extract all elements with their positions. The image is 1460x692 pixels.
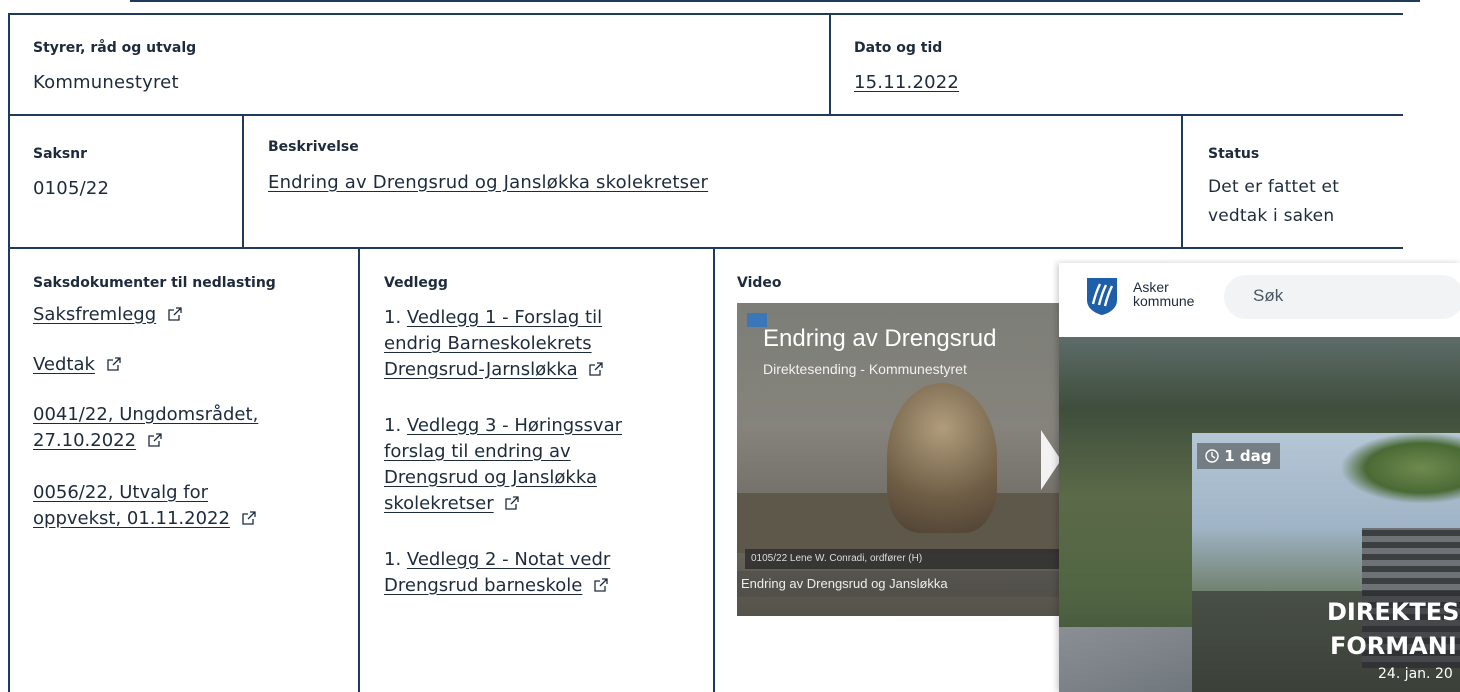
video-title: Endring av Drengsrud	[763, 325, 997, 352]
search-placeholder: Søk	[1253, 286, 1284, 305]
row3-divider-b	[713, 247, 715, 692]
external-link-icon	[168, 307, 182, 321]
document-link-line-1[interactable]: 0041/22, Ungdomsrådet,	[33, 404, 258, 425]
asker-brand[interactable]: Asker kommune	[1133, 280, 1194, 308]
document-vedtak[interactable]: Vedtak	[33, 352, 121, 378]
attachment-link-line-1[interactable]: Vedlegg 3 - Høringssvar	[407, 415, 622, 436]
row1-top-border	[8, 13, 1403, 15]
play-icon[interactable]	[1041, 430, 1061, 490]
asker-header: Asker kommune Søk	[1059, 263, 1460, 337]
description-link[interactable]: Endring av Drengsrud og Jansløkka skolek…	[268, 172, 708, 193]
card-photo-tree	[1342, 433, 1460, 503]
document-link[interactable]: Saksfremlegg	[33, 304, 156, 325]
badge-text: 1 dag	[1224, 447, 1272, 465]
video-scene-person	[887, 383, 997, 533]
attachment-item-3[interactable]: 1. Vedlegg 2 - Notat vedr Drengsrud barn…	[384, 547, 684, 599]
board-label: Styrer, råd og utvalg	[33, 40, 197, 56]
attachment-link-line-2[interactable]: endrig Barneskolekrets	[384, 333, 592, 354]
attachment-prefix: 1.	[384, 415, 402, 436]
external-link-icon	[148, 433, 162, 447]
document-link-line-2[interactable]: oppvekst, 01.11.2022	[33, 508, 230, 529]
status-label: Status	[1208, 146, 1260, 162]
card-headline-line-2: FORMANI	[1330, 632, 1457, 660]
card-date: 24. jan. 20	[1378, 666, 1453, 682]
date-link[interactable]: 15.11.2022	[854, 72, 959, 93]
row2-bottom-border	[8, 247, 1403, 249]
attachment-link-line-3[interactable]: Drengsrud-Jarnsløkka	[384, 359, 578, 380]
external-link-icon	[594, 578, 608, 592]
video-subtitle: Direktesending - Kommunestyret	[763, 361, 967, 377]
description-label: Beskrivelse	[268, 139, 359, 155]
asker-logo-icon[interactable]	[1085, 276, 1119, 316]
attachment-link-line-1[interactable]: Vedlegg 1 - Forslag til	[407, 307, 602, 328]
documents-label: Saksdokumenter til nedlasting	[33, 275, 276, 291]
row2-divider-b	[1181, 114, 1183, 248]
brand-line-2: kommune	[1133, 293, 1195, 309]
document-ungdomsradet[interactable]: 0041/22, Ungdomsrådet, 27.10.2022	[33, 402, 258, 454]
attachment-link-line-3[interactable]: Drengsrud og Jansløkka	[384, 467, 597, 488]
external-link-icon	[242, 511, 256, 525]
document-utvalg-oppvekst[interactable]: 0056/22, Utvalg for oppvekst, 01.11.2022	[33, 480, 256, 532]
case-number-value: 0105/22	[33, 178, 110, 199]
asker-preview-panel[interactable]: Asker kommune Søk 1 dag DIREKTESI FORMAN…	[1059, 263, 1460, 692]
external-link-icon	[107, 357, 121, 371]
document-link-line-2[interactable]: 27.10.2022	[33, 430, 136, 451]
case-number-label: Saksnr	[33, 146, 88, 162]
video-label: Video	[737, 275, 782, 291]
row1-bottom-border	[8, 114, 1403, 116]
row3-divider-a	[358, 247, 360, 692]
time-badge: 1 dag	[1197, 443, 1280, 469]
attachment-prefix: 1.	[384, 307, 402, 328]
row2-divider-a	[242, 114, 244, 248]
top-border	[130, 0, 1420, 2]
document-link-line-1[interactable]: 0056/22, Utvalg for	[33, 482, 208, 503]
card-headline-line-1: DIREKTESI	[1327, 598, 1460, 626]
news-card[interactable]: 1 dag DIREKTESI FORMANI 24. jan. 20	[1192, 433, 1460, 692]
attachment-prefix: 1.	[384, 549, 402, 570]
attachment-link-line-4[interactable]: skolekretser	[384, 493, 494, 514]
attachment-item-2[interactable]: 1. Vedlegg 3 - Høringssvar forslag til e…	[384, 413, 684, 517]
clock-icon	[1205, 449, 1219, 463]
document-saksfremlegg[interactable]: Saksfremlegg	[33, 302, 182, 328]
external-link-icon	[505, 496, 520, 510]
aerial-road	[1059, 627, 1199, 692]
attachment-item-1[interactable]: 1. Vedlegg 1 - Forslag til endrig Barnes…	[384, 305, 684, 383]
row1-divider	[829, 13, 831, 115]
video-caption: Endring av Drengsrud og Jansløkka	[737, 571, 1061, 597]
attachment-link-line-2[interactable]: Drengsrud barneskole	[384, 575, 582, 596]
status-line-1: Det er fattet et	[1208, 177, 1340, 197]
attachment-link-line-1[interactable]: Vedlegg 2 - Notat vedr	[407, 549, 610, 570]
external-link-icon	[589, 362, 604, 376]
status-line-2: vedtak i saken	[1208, 206, 1335, 226]
document-link[interactable]: Vedtak	[33, 354, 95, 375]
attachment-link-line-2[interactable]: forslag til endring av	[384, 441, 571, 462]
left-border	[8, 13, 10, 692]
board-value: Kommunestyret	[33, 72, 179, 93]
video-lower-third: 0105/22 Lene W. Conradi, ordfører (H)	[745, 549, 1061, 569]
attachments-label: Vedlegg	[384, 275, 448, 291]
video-player[interactable]: Endring av Drengsrud Direktesending - Ko…	[737, 303, 1061, 616]
date-label: Dato og tid	[854, 40, 943, 56]
